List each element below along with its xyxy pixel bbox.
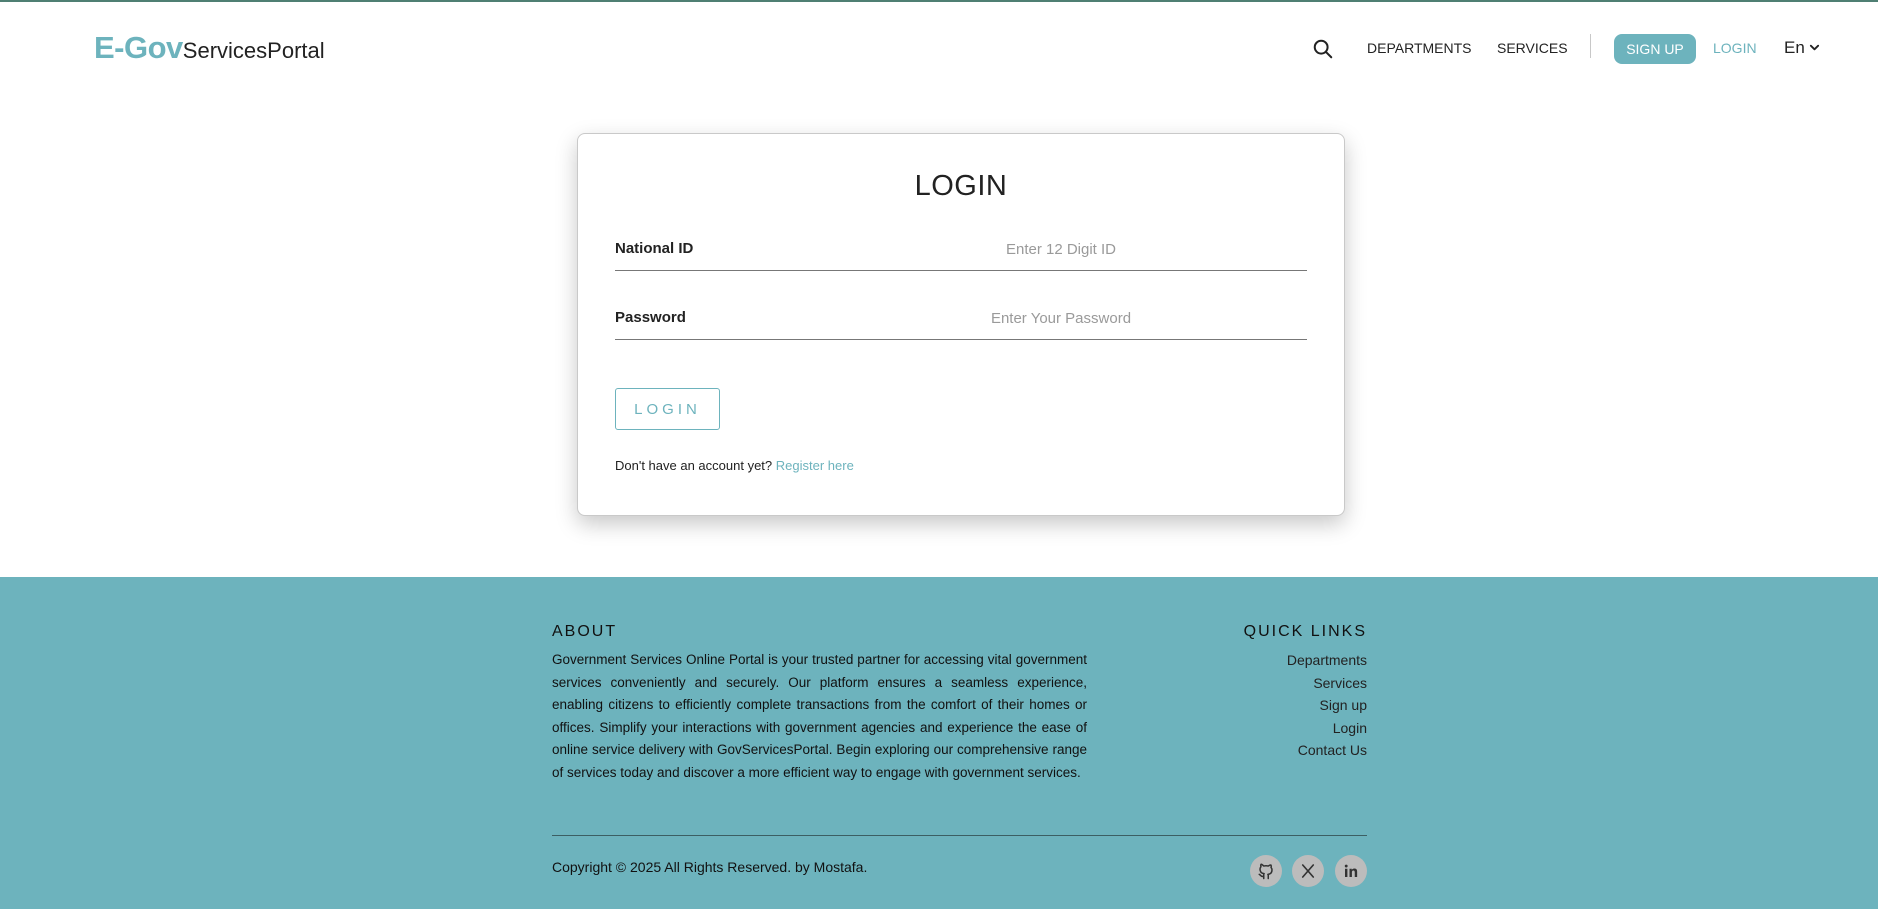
logo-primary: E-Gov (94, 30, 183, 65)
password-field: Password (615, 299, 1307, 340)
nav-services[interactable]: SERVICES (1497, 40, 1568, 56)
register-link[interactable]: Register here (776, 458, 854, 473)
language-selector[interactable]: En (1784, 38, 1820, 58)
site-header: E-GovServicesPortal DEPARTMENTS SERVICES… (0, 2, 1878, 94)
login-title: LOGIN (914, 170, 1008, 202)
quick-link-departments[interactable]: Departments (1287, 649, 1367, 672)
chevron-down-icon (1809, 38, 1820, 58)
x-twitter-icon[interactable] (1292, 855, 1324, 887)
about-title: ABOUT (552, 623, 618, 640)
login-submit-button[interactable]: LOGIN (615, 388, 720, 430)
quick-link-login[interactable]: Login (1287, 717, 1367, 740)
about-text: Government Services Online Portal is you… (552, 652, 1087, 780)
quick-link-signup[interactable]: Sign up (1287, 694, 1367, 717)
nav-login[interactable]: LOGIN (1713, 40, 1757, 56)
national-id-label: National ID (615, 240, 694, 257)
search-icon[interactable] (1312, 38, 1334, 60)
nav-divider (1590, 34, 1591, 58)
register-prompt-text: Don't have an account yet? (615, 458, 773, 473)
github-icon[interactable] (1250, 855, 1282, 887)
site-logo[interactable]: E-GovServicesPortal (94, 30, 325, 66)
password-label: Password (615, 309, 686, 326)
copyright-text: Copyright © 2025 All Rights Reserved. by… (552, 859, 868, 875)
language-label: En (1784, 38, 1805, 57)
quick-links-title: QUICK LINKS (1243, 623, 1367, 640)
register-prompt: Don't have an account yet? Register here (615, 458, 854, 473)
login-card: LOGIN National ID Password LOGIN Don't h… (577, 133, 1345, 516)
logo-secondary: ServicesPortal (182, 38, 325, 63)
national-id-input[interactable] (815, 234, 1307, 264)
quick-links-list: Departments Services Sign up Login Conta… (1287, 649, 1367, 762)
quick-link-services[interactable]: Services (1287, 672, 1367, 695)
signup-button[interactable]: SIGN UP (1614, 34, 1696, 64)
quick-link-contact[interactable]: Contact Us (1287, 739, 1367, 762)
footer-divider (552, 835, 1367, 836)
nav-departments[interactable]: DEPARTMENTS (1367, 40, 1472, 56)
site-footer: ABOUT Government Services Online Portal … (0, 577, 1878, 909)
password-input[interactable] (815, 303, 1307, 333)
national-id-field: National ID (615, 230, 1307, 271)
linkedin-icon[interactable] (1335, 855, 1367, 887)
